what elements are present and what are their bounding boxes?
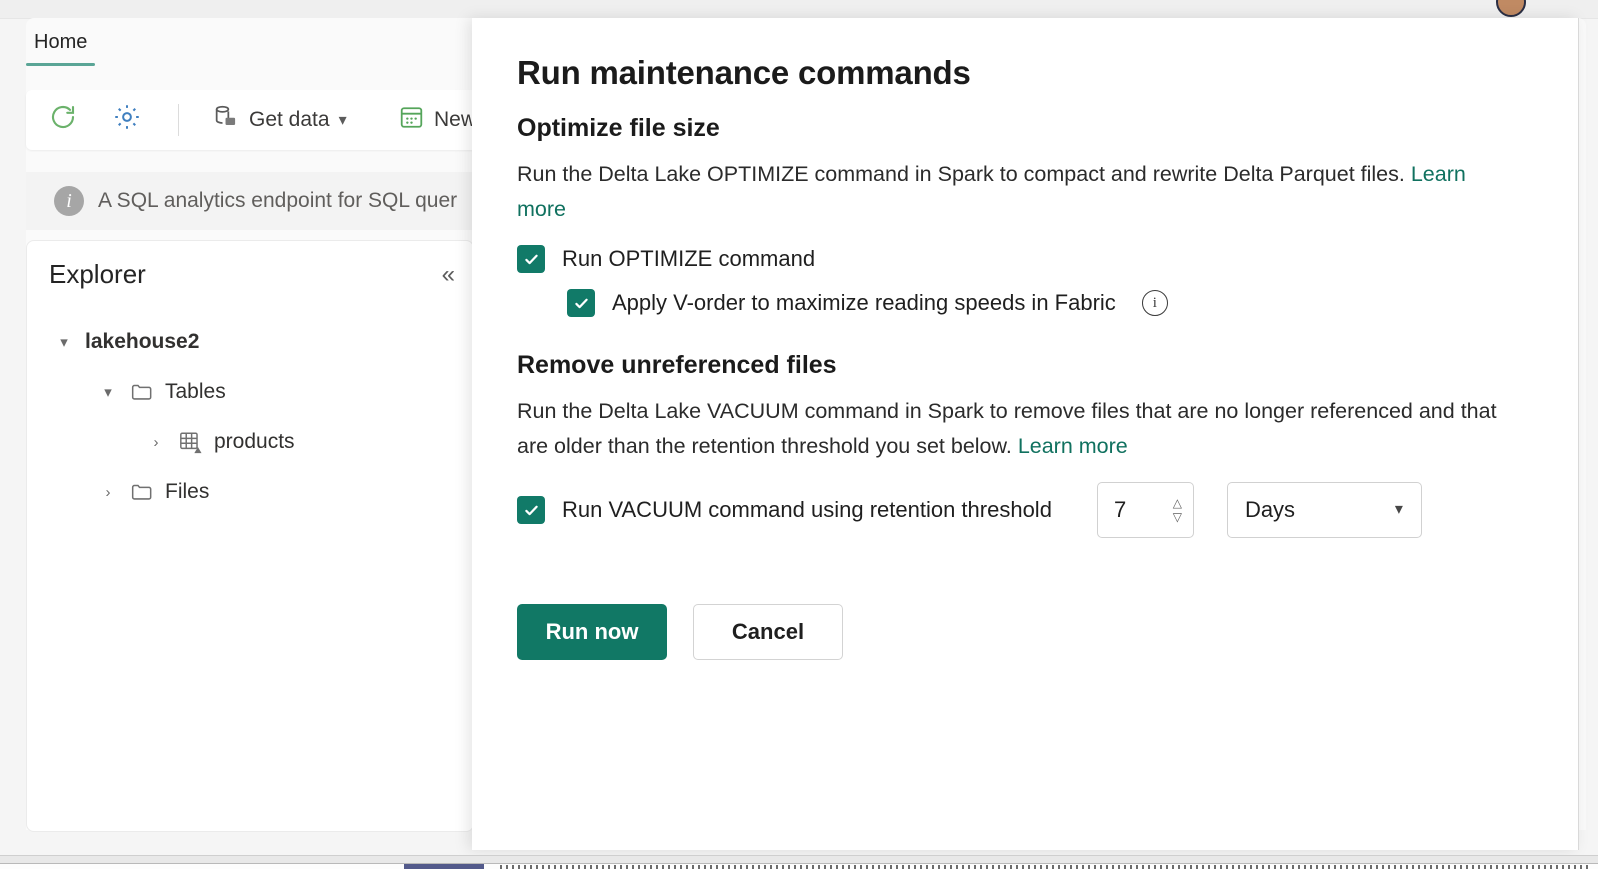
database-icon bbox=[212, 103, 240, 137]
get-data-label: Get data bbox=[249, 108, 330, 131]
vacuum-description: Run the Delta Lake VACUUM command in Spa… bbox=[517, 394, 1517, 464]
tab-home-label: Home bbox=[34, 31, 88, 53]
explorer-tree: ▾ lakehouse2 ▾ Tables › products › Files bbox=[27, 317, 473, 517]
delta-table-icon bbox=[177, 429, 204, 456]
tab-active-underline bbox=[26, 63, 96, 66]
chevron-down-icon: ▾ bbox=[338, 112, 347, 129]
apply-vorder-checkbox[interactable] bbox=[567, 289, 595, 317]
vacuum-description-text: Run the Delta Lake VACUUM command in Spa… bbox=[517, 399, 1497, 458]
chevron-down-icon[interactable]: ▾ bbox=[97, 383, 119, 401]
panel-right-edge bbox=[1578, 18, 1579, 850]
run-optimize-row[interactable]: Run OPTIMIZE command bbox=[517, 245, 1549, 273]
chevron-right-icon[interactable]: › bbox=[97, 484, 119, 501]
refresh-icon bbox=[48, 102, 78, 138]
retention-value-stepper[interactable]: 7 △ ▽ bbox=[1096, 482, 1194, 538]
tree-item-label: products bbox=[214, 430, 295, 453]
vacuum-learn-more-link[interactable]: Learn more bbox=[1018, 434, 1128, 458]
background-window-text bbox=[500, 865, 1590, 869]
stepper-decrement-icon[interactable]: ▽ bbox=[1173, 511, 1182, 523]
refresh-button[interactable] bbox=[48, 90, 78, 150]
tree-item-lakehouse2[interactable]: ▾ lakehouse2 bbox=[27, 317, 473, 367]
ribbon-tab-bar: Home bbox=[26, 24, 96, 70]
chevron-down-icon[interactable]: ▾ bbox=[53, 333, 75, 351]
run-vacuum-checkbox[interactable] bbox=[517, 496, 545, 524]
cancel-button[interactable]: Cancel bbox=[693, 604, 843, 660]
tree-item-label: Tables bbox=[165, 380, 226, 403]
new-table-icon bbox=[398, 104, 425, 137]
apply-vorder-label: Apply V-order to maximize reading speeds… bbox=[612, 290, 1116, 315]
run-vacuum-row[interactable]: Run VACUUM command using retention thres… bbox=[517, 482, 1549, 538]
panel-content: Run maintenance commands Optimize file s… bbox=[517, 54, 1549, 660]
run-maintenance-commands-panel: Run maintenance commands Optimize file s… bbox=[472, 18, 1579, 850]
tree-item-files[interactable]: › Files bbox=[27, 467, 473, 517]
folder-icon bbox=[129, 479, 155, 505]
run-optimize-checkbox[interactable] bbox=[517, 245, 545, 273]
explorer-panel: Explorer « ▾ lakehouse2 ▾ Tables › produ… bbox=[26, 240, 474, 832]
optimize-section-heading: Optimize file size bbox=[517, 114, 720, 142]
stepper-arrows: △ ▽ bbox=[1173, 497, 1193, 523]
chevron-double-left-icon[interactable]: « bbox=[442, 263, 455, 287]
screen-root: Home Get data ▾ New i A SQL analytics en… bbox=[0, 0, 1598, 869]
vacuum-section-heading: Remove unreferenced files bbox=[517, 351, 837, 379]
optimize-description-text: Run the Delta Lake OPTIMIZE command in S… bbox=[517, 162, 1411, 186]
tree-item-label: lakehouse2 bbox=[85, 330, 200, 353]
run-now-button[interactable]: Run now bbox=[517, 604, 667, 660]
panel-actions: Run now Cancel bbox=[517, 604, 1549, 660]
new-button[interactable]: New bbox=[398, 90, 476, 150]
stepper-increment-icon[interactable]: △ bbox=[1173, 497, 1182, 509]
info-circle-icon[interactable]: i bbox=[1141, 290, 1168, 316]
info-icon: i bbox=[54, 186, 84, 216]
folder-icon bbox=[129, 379, 155, 405]
chevron-right-icon[interactable]: › bbox=[145, 434, 167, 451]
toolbar-divider bbox=[178, 104, 179, 136]
tree-item-label: Files bbox=[165, 480, 210, 503]
explorer-title: Explorer bbox=[49, 259, 146, 289]
panel-title: Run maintenance commands bbox=[517, 54, 971, 91]
run-vacuum-label: Run VACUUM command using retention thres… bbox=[562, 497, 1052, 522]
get-data-button[interactable]: Get data ▾ bbox=[212, 90, 347, 150]
settings-button[interactable] bbox=[112, 90, 142, 150]
retention-unit-value: Days bbox=[1244, 497, 1296, 522]
browser-chrome-strip bbox=[0, 0, 1598, 19]
chevron-down-icon: ▾ bbox=[1394, 501, 1403, 518]
background-window-strip bbox=[0, 863, 1598, 869]
tab-home[interactable]: Home bbox=[26, 24, 96, 66]
gear-icon bbox=[112, 102, 142, 138]
background-window-accent bbox=[404, 864, 484, 869]
new-label: New bbox=[434, 108, 477, 131]
retention-value-input[interactable]: 7 bbox=[1098, 497, 1173, 523]
run-optimize-label: Run OPTIMIZE command bbox=[562, 246, 816, 271]
info-banner-text: A SQL analytics endpoint for SQL quer bbox=[98, 189, 458, 212]
retention-unit-dropdown[interactable]: Days ▾ bbox=[1226, 482, 1422, 538]
optimize-description: Run the Delta Lake OPTIMIZE command in S… bbox=[517, 157, 1517, 227]
apply-vorder-row[interactable]: Apply V-order to maximize reading speeds… bbox=[567, 289, 1549, 317]
tree-item-tables[interactable]: ▾ Tables bbox=[27, 367, 473, 417]
tree-item-products[interactable]: › products bbox=[27, 417, 473, 467]
